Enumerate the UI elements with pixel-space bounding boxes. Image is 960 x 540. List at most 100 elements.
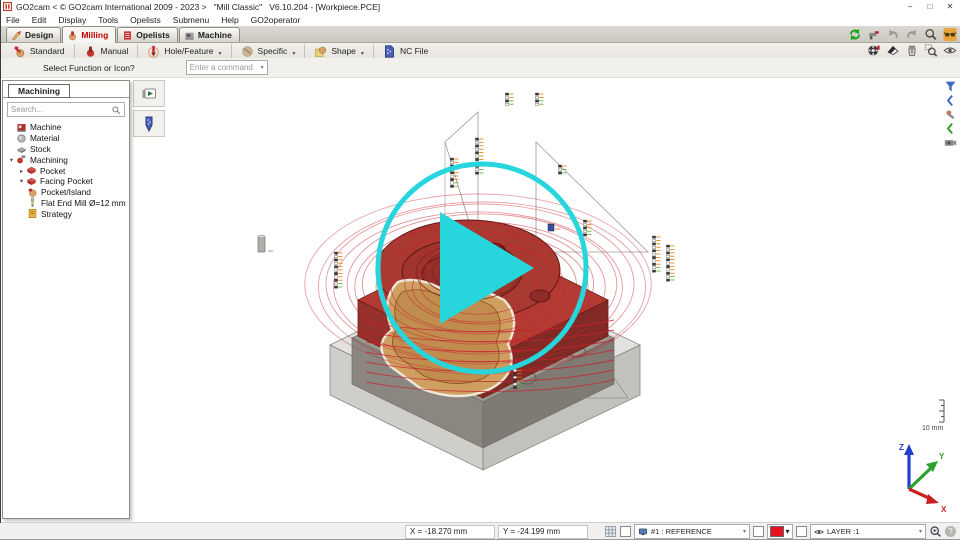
tool-small-icon[interactable] [943, 108, 958, 121]
nc-file-button[interactable]: NC File [373, 44, 437, 58]
redo-icon[interactable] [905, 28, 919, 41]
search-input[interactable]: Search... [7, 102, 125, 117]
eraser-icon[interactable] [886, 44, 900, 57]
grid-icon[interactable] [604, 525, 617, 538]
camera-icon[interactable] [943, 136, 958, 149]
tree-item-machine[interactable]: Machine [5, 122, 127, 133]
zoom-plus-icon[interactable] [929, 525, 942, 538]
menu-file[interactable]: File [6, 15, 20, 25]
specific-icon [241, 45, 254, 58]
tree-item-stock[interactable]: Stock [5, 144, 127, 155]
layer-select[interactable]: LAYER :1 ▾ [810, 524, 926, 539]
prompt-label: Select Function or Icon? [43, 63, 135, 73]
tab-machine-label: Machine [198, 30, 232, 40]
scale-ruler: 10 mm [922, 400, 944, 432]
refresh-icon[interactable] [848, 28, 862, 41]
window-controls: – □ ✕ [900, 2, 960, 11]
tool-cursor [258, 235, 273, 252]
simulation-window-button[interactable] [133, 80, 165, 107]
minimize-button[interactable]: – [900, 2, 920, 11]
tab-strip: Design Milling Opelists Machine [0, 26, 960, 43]
tab-design-label: Design [25, 30, 53, 40]
chevron-down-icon: ▾ [261, 64, 264, 71]
scale-label: 10 mm [922, 425, 944, 432]
axis-x-label: X [941, 505, 947, 514]
filter-icon[interactable] [943, 80, 958, 93]
tab-opelists[interactable]: Opelists [117, 27, 178, 42]
chevron-down-icon: ▾ [743, 528, 746, 535]
opelists-icon [122, 30, 133, 41]
simulation-icon[interactable] [867, 44, 881, 57]
right-tool-strip [943, 80, 958, 149]
axis-triad: Z Y X [899, 443, 947, 514]
chevron-left-green-icon[interactable] [943, 122, 958, 135]
expander-open-icon[interactable]: ▾ [7, 156, 16, 164]
expander-closed-icon[interactable]: ▸ [17, 167, 26, 175]
strategy-node-icon [27, 208, 38, 219]
pocket-island-node-icon [27, 187, 38, 198]
menu-bar: File Edit Display Tools Opelists Submenu… [0, 13, 960, 26]
expander-open-icon[interactable]: ▾ [17, 177, 26, 185]
command-placeholder: Enter a command [190, 63, 253, 72]
machine-node-icon [16, 122, 27, 133]
design-icon [11, 30, 22, 41]
menu-submenu[interactable]: Submenu [173, 15, 209, 25]
specific-button[interactable]: Specific ▾ [231, 44, 305, 58]
reference-checkbox[interactable] [620, 526, 631, 537]
axis-z-label: Z [899, 443, 904, 452]
shape-icon [314, 45, 327, 58]
tree-item-end-mill[interactable]: Flat End Mill Ø=12 mm [5, 198, 127, 209]
tab-machine[interactable]: Machine [179, 27, 240, 42]
window-left-border [0, 0, 1, 523]
menu-help[interactable]: Help [221, 15, 238, 25]
manual-button[interactable]: Manual [74, 44, 138, 58]
layer-checkbox[interactable] [796, 526, 807, 537]
menu-go2operator[interactable]: GO2operator [251, 15, 301, 25]
chevron-down-icon: ▾ [919, 528, 922, 535]
pocket-node-icon [26, 165, 37, 176]
menu-edit[interactable]: Edit [32, 15, 47, 25]
visibility-icon[interactable] [943, 44, 957, 57]
maximize-button[interactable]: □ [920, 2, 940, 11]
undo-icon[interactable] [886, 28, 900, 41]
command-combobox[interactable]: Enter a command ▾ [186, 60, 268, 75]
simulation-window-icon [141, 86, 157, 102]
pointer-tool-icon[interactable] [867, 28, 881, 41]
menu-display[interactable]: Display [58, 15, 86, 25]
tree-item-pocket-island[interactable]: Pocket/Island [5, 187, 127, 198]
chevron-left-blue-icon[interactable] [943, 94, 958, 107]
material-node-icon [16, 133, 27, 144]
tree-item-strategy[interactable]: Strategy [5, 208, 127, 219]
manual-icon [84, 45, 97, 58]
color-checkbox[interactable] [753, 526, 764, 537]
machining-tree: Machine Material Stock ▾ Machining ▸ Poc… [5, 122, 127, 219]
zoom-icon[interactable] [924, 28, 938, 41]
shape-button[interactable]: Shape ▾ [304, 44, 373, 58]
tree-item-machining[interactable]: ▾ Machining [5, 154, 127, 165]
reference-select[interactable]: #1 : REFERENCE ▾ [634, 524, 750, 539]
menu-tools[interactable]: Tools [98, 15, 118, 25]
standard-button[interactable]: Standard [4, 44, 74, 58]
tab-design[interactable]: Design [6, 27, 61, 42]
prompt-row: Select Function or Icon? Enter a command… [0, 58, 960, 78]
menu-opelists[interactable]: Opelists [130, 15, 161, 25]
tab-machining-panel[interactable]: Machining [8, 84, 70, 98]
tree-item-pocket[interactable]: ▸ Pocket [5, 165, 127, 176]
go2-glasses-icon[interactable] [943, 28, 957, 41]
standard-icon [13, 45, 26, 58]
tree-item-material[interactable]: Material [5, 133, 127, 144]
tab-milling[interactable]: Milling [62, 26, 116, 43]
zoom-window-icon[interactable] [924, 44, 938, 57]
color-picker[interactable]: ▾ [767, 524, 793, 539]
clean-screen-icon[interactable] [905, 44, 919, 57]
tree-item-facing-pocket[interactable]: ▾ Facing Pocket [5, 176, 127, 187]
tool-display-button[interactable] [133, 110, 165, 137]
current-color-swatch [770, 526, 784, 537]
chevron-down-icon: ▾ [361, 50, 364, 58]
close-button[interactable]: ✕ [940, 2, 960, 11]
reference-value: #1 : REFERENCE [651, 527, 712, 536]
hole-feature-button[interactable]: Hole/Feature ▾ [137, 44, 230, 58]
hole-feature-icon [147, 45, 160, 58]
layer-value: LAYER :1 [827, 527, 859, 536]
help-icon[interactable]: ? [945, 526, 956, 537]
